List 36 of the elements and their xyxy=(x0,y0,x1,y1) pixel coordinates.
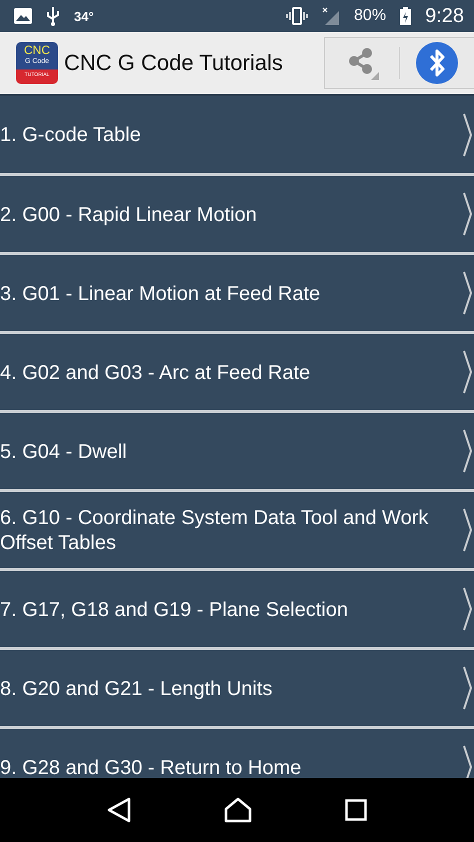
back-button[interactable] xyxy=(106,797,131,823)
chevron-icon xyxy=(462,112,474,158)
home-button[interactable] xyxy=(224,797,252,823)
vibrate-icon xyxy=(286,7,308,25)
chevron-icon xyxy=(462,507,474,553)
battery-icon xyxy=(400,7,412,25)
item-label: 5. G04 - Dwell xyxy=(0,440,128,464)
item-label: 1. G-code Table xyxy=(0,123,142,148)
chevron-icon xyxy=(462,586,474,632)
signal-icon xyxy=(322,7,340,25)
recents-icon xyxy=(345,799,368,821)
logo-text: CNC xyxy=(24,44,50,58)
chevron-icon xyxy=(462,191,474,237)
usb-icon xyxy=(46,6,60,26)
home-icon xyxy=(224,797,252,823)
bluetooth-icon xyxy=(416,42,458,84)
item-label: 7. G17, G18 and G19 - Plane Selection xyxy=(0,598,349,622)
image-icon xyxy=(14,8,32,24)
chevron-icon xyxy=(462,428,474,474)
back-icon xyxy=(106,797,131,823)
chevron-icon xyxy=(462,744,474,778)
battery-percent: 80% xyxy=(354,7,386,25)
tutorial-item[interactable]: 9. G28 and G30 - Return to Home xyxy=(0,726,474,778)
clock-time: 9:28 xyxy=(425,4,464,28)
app-title: CNC G Code Tutorials xyxy=(64,50,284,76)
item-label: 8. G20 and G21 - Length Units xyxy=(0,676,274,702)
item-label: 4. G02 and G03 - Arc at Feed Rate xyxy=(0,360,312,386)
temperature-text: 34° xyxy=(74,8,94,24)
recents-button[interactable] xyxy=(345,799,368,821)
chevron-icon xyxy=(462,665,474,711)
chevron-icon xyxy=(462,270,474,316)
item-label: 3. G01 - Linear Motion at Feed Rate xyxy=(0,282,322,306)
item-label: 2. G00 - Rapid Linear Motion xyxy=(0,202,258,228)
item-label: 6. G10 - Coordinate System Data Tool and Work Offset Tables xyxy=(0,506,430,556)
chevron-icon xyxy=(462,349,474,395)
item-label: 9. G28 and G30 - Return to Home xyxy=(0,756,302,778)
